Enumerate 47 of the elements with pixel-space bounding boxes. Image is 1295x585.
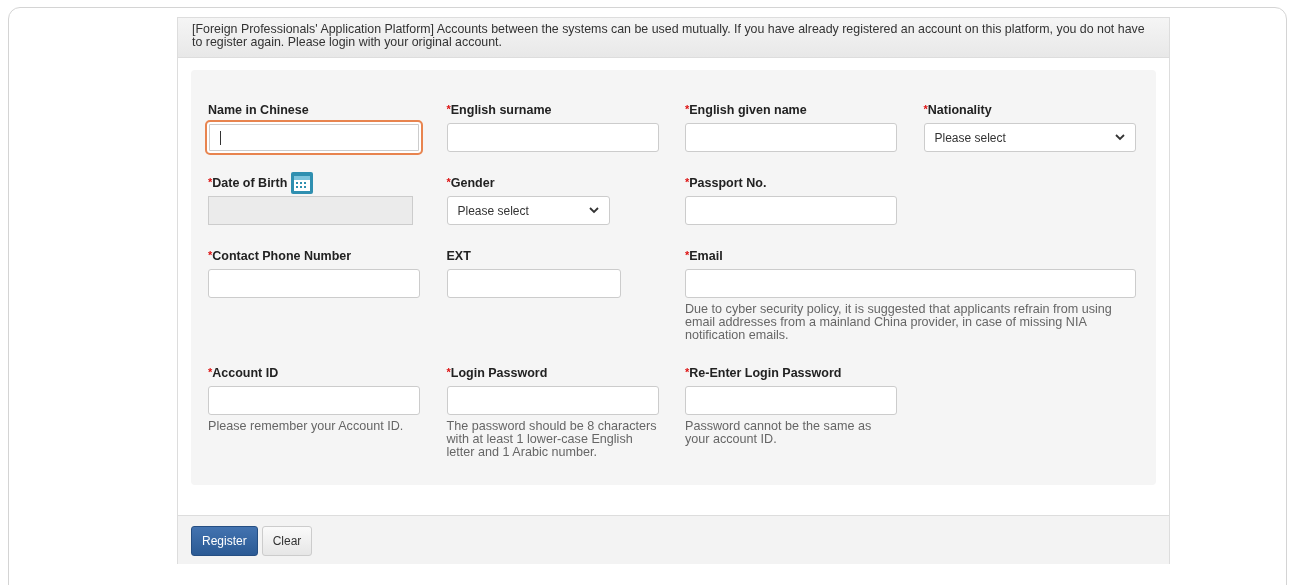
text-field[interactable] xyxy=(208,386,420,415)
field-label: English surname xyxy=(450,103,552,117)
required-mark: * xyxy=(208,176,213,188)
text-field[interactable] xyxy=(446,269,621,298)
field-label: Email xyxy=(689,249,723,263)
help-text: Due to cyber security policy, it is suggested that applicants refrain from using email addresses from a mainland China provider, in case of missing NIA notification emails. xyxy=(685,303,1113,342)
field-label: Login Password xyxy=(450,366,548,380)
chevron-down-icon xyxy=(588,207,599,214)
field-label: English given name xyxy=(689,103,807,117)
text-cursor xyxy=(220,130,221,145)
select-dropdown[interactable]: Please select xyxy=(923,123,1136,152)
required-mark: * xyxy=(208,249,213,261)
text-field[interactable] xyxy=(685,196,897,225)
help-text: Please remember your Account ID. xyxy=(208,420,405,433)
clear-button[interactable]: Clear xyxy=(261,526,313,556)
help-text: Password cannot be the same as your account ID. xyxy=(685,420,873,446)
field-label: Nationality xyxy=(927,103,992,117)
text-field[interactable] xyxy=(205,120,423,155)
select-dropdown[interactable]: Please select xyxy=(446,196,610,225)
text-field[interactable] xyxy=(446,386,659,415)
required-mark: * xyxy=(446,366,451,378)
chevron-down-icon xyxy=(1114,134,1125,141)
field-label: Date of Birth xyxy=(212,176,288,190)
required-mark: * xyxy=(923,103,928,115)
help-text: The password should be 8 characters with at least 1 lower-case English letter and 1 Arabic number. xyxy=(446,420,658,459)
field-label: Contact Phone Number xyxy=(212,249,352,263)
required-mark: * xyxy=(446,176,451,188)
required-mark: * xyxy=(446,103,451,115)
required-mark: * xyxy=(685,176,690,188)
field-label: Name in Chinese xyxy=(208,103,309,117)
text-field[interactable] xyxy=(685,269,1136,298)
text-field[interactable] xyxy=(208,269,420,298)
required-mark: * xyxy=(685,103,690,115)
text-field[interactable] xyxy=(685,123,897,152)
text-field[interactable] xyxy=(685,386,897,415)
required-mark: * xyxy=(208,366,213,378)
notice-text: [Foreign Professionals' Application Platform] Accounts between the systems can be used mutually. If you have already registered an account on this platform, you do not have to register again. Please login with your original account. xyxy=(178,18,1169,58)
field-label: Gender xyxy=(450,176,495,190)
field-label: EXT xyxy=(446,249,471,263)
field-label: Re-Enter Login Password xyxy=(689,366,842,380)
field-label: Passport No. xyxy=(689,176,767,190)
text-field[interactable] xyxy=(446,123,659,152)
required-mark: * xyxy=(685,366,690,378)
register-button[interactable]: Register xyxy=(191,526,258,556)
field-label: Account ID xyxy=(212,366,279,380)
required-mark: * xyxy=(685,249,690,261)
calendar-icon[interactable] xyxy=(291,172,314,194)
